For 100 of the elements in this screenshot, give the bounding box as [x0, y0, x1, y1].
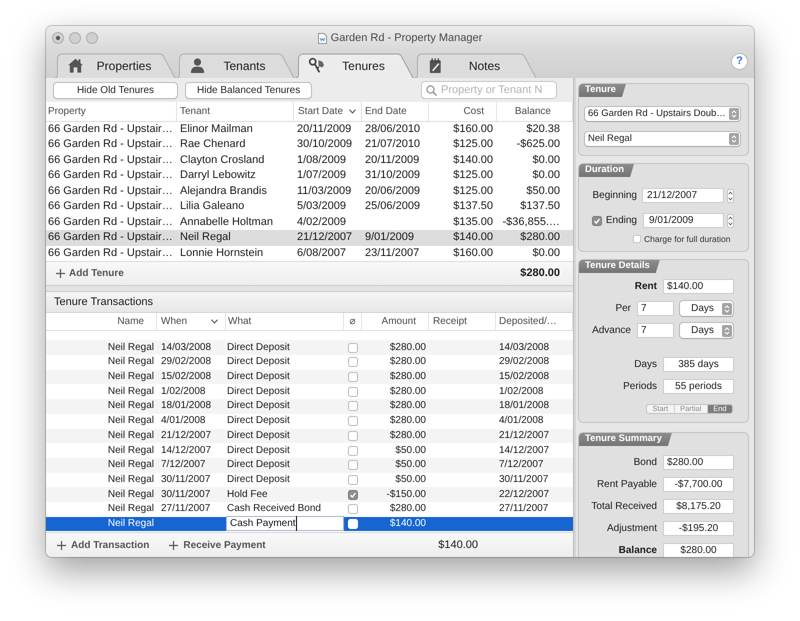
text-field[interactable]: -$7,700.00 [663, 477, 734, 492]
table-cell-text: 66 Garden Rd - Upstair… [47, 184, 174, 199]
checkbox[interactable] [348, 386, 358, 397]
table-row[interactable]: 66 Garden Rd - Upstair… Rae Chenard 30/10/2009 21/07/2010 $125.00 -$625.00 [46, 137, 573, 152]
table-cell-text: 20/11/2009 [364, 152, 420, 168]
popup-button[interactable]: Days [680, 323, 733, 338]
tab[interactable]: Tenants [176, 53, 295, 78]
column-header[interactable]: Amount [362, 313, 429, 330]
table-row[interactable]: Neil Regal 15/02/2008 Direct Deposit $280.00 15/02/2008 [46, 370, 573, 384]
text-field[interactable]: Cash Payment [226, 516, 344, 532]
text-field[interactable]: 21/12/2007 [642, 188, 724, 203]
table-cell-text: $137.50 [519, 199, 561, 214]
checkbox[interactable] [348, 460, 358, 470]
table-row[interactable]: 66 Garden Rd - Upstair… Alejandra Brandis 11/03/2009 20/06/2009 $125.00 $50.00 [46, 184, 573, 199]
column-header[interactable]: ⌀ [344, 313, 362, 330]
checkbox[interactable] [348, 490, 358, 500]
tab[interactable]: Notes [414, 53, 537, 78]
table-row[interactable]: 66 Garden Rd - Upstair… Clayton Crosland 1/08/2009 20/11/2009 $140.00 $0.00 [46, 152, 573, 168]
popup-button[interactable]: Days [680, 301, 733, 316]
column-header[interactable]: Name [46, 313, 157, 330]
checkbox[interactable] [348, 504, 358, 514]
table-cell-text: 14/03/2008 [160, 340, 212, 355]
zoom-button[interactable] [86, 32, 98, 44]
table-row[interactable]: Neil Regal Cash Payment $140.00 [46, 516, 573, 532]
receive-payment-button[interactable]: Receive Payment [169, 538, 266, 552]
table-cell-text: $50.00 [394, 472, 427, 487]
table-cell-text: 66 Garden Rd - Upstair… [47, 168, 174, 184]
checkbox[interactable] [348, 401, 358, 412]
table-row[interactable]: Neil Regal 30/11/2007 Direct Deposit $50.00 30/11/2007 [46, 472, 573, 488]
filter-button[interactable]: Hide Old Tenures [53, 82, 178, 98]
table-row[interactable]: 66 Garden Rd - Upstair… Elinor Mailman 20/11/2009 28/06/2010 $160.00 $20.38 [46, 122, 573, 137]
help-button[interactable]: ? [731, 53, 748, 70]
checkbox[interactable] [348, 342, 358, 353]
table-cell-text: 21/12/2007 [160, 428, 212, 443]
tab[interactable]: Tenures [295, 53, 414, 78]
table-cell-text: 1/02/2008 [160, 384, 206, 399]
close-button[interactable] [52, 32, 64, 44]
table-row[interactable]: Neil Regal 14/03/2008 Direct Deposit $280.00 14/03/2008 [46, 340, 573, 356]
filter-button[interactable]: Hide Balanced Tenures [185, 82, 312, 98]
table-cell-text: Direct Deposit [226, 444, 291, 458]
text-field[interactable]: $280.00 [663, 543, 734, 557]
text-field[interactable]: 385 days [663, 357, 734, 372]
search-field[interactable]: Property or Tenant N [421, 81, 557, 99]
table-cell-text: $0.00 [531, 152, 561, 168]
text-field[interactable]: 7 [637, 301, 674, 316]
checkbox[interactable] [348, 446, 358, 456]
table-row[interactable]: 66 Garden Rd - Upstair… Lonnie Hornstein 6/08/2007 23/11/2007 $160.00 $0.00 [46, 246, 573, 261]
minimize-button[interactable] [69, 32, 81, 44]
table-cell-text: Hold Fee [226, 488, 269, 502]
group-title: Duration [579, 164, 634, 177]
stepper-icon[interactable] [727, 214, 734, 228]
checkbox[interactable] [348, 357, 358, 368]
column-header[interactable]: When [157, 313, 226, 330]
table-cell-text: 21/12/2007 [296, 230, 354, 246]
checkbox[interactable] [592, 216, 602, 226]
table-row[interactable]: 66 Garden Rd - Upstair… Annabelle Holtman 4/02/2009 $135.00 -$36,855.… [46, 214, 573, 230]
checkbox[interactable] [348, 372, 358, 382]
text-field[interactable]: 55 periods [663, 379, 734, 394]
column-header[interactable]: Tenant [177, 102, 294, 120]
checkbox[interactable] [633, 235, 641, 243]
table-cell-text: 29/02/2008 [160, 355, 212, 370]
table-cell-text: $140.00 [452, 230, 494, 246]
checkbox[interactable] [348, 430, 358, 441]
text-field[interactable]: 9/01/2009 [643, 213, 724, 228]
table-row[interactable]: Neil Regal 18/01/2008 Direct Deposit $280.00 18/01/2008 [46, 399, 573, 414]
popup-button[interactable]: 66 Garden Rd - Upstairs Doub… [585, 107, 740, 121]
column-header[interactable]: What [226, 313, 344, 330]
table-row[interactable]: Neil Regal 21/12/2007 Direct Deposit $280.00 21/12/2007 [46, 428, 573, 444]
tab[interactable]: Properties [54, 53, 176, 78]
text-field[interactable]: $280.00 [663, 455, 734, 470]
table-row[interactable]: 66 Garden Rd - Upstair… Lilia Galeano 5/03/2009 25/06/2009 $137.50 $137.50 [46, 199, 573, 214]
checkbox[interactable] [348, 474, 358, 485]
chevron-down-icon[interactable] [211, 319, 218, 324]
column-header[interactable]: Property [46, 102, 177, 120]
add-transaction-button[interactable]: Add Transaction [57, 538, 150, 552]
table-row[interactable]: Neil Regal 30/11/2007 Hold Fee -$150.00 22/12/2007 [46, 487, 573, 502]
text-field[interactable]: $140.00 [663, 279, 734, 294]
table-row[interactable]: Neil Regal 7/12/2007 Direct Deposit $50.00 7/12/2007 [46, 458, 573, 473]
table-cell-text: Direct Deposit [226, 370, 291, 384]
text-field[interactable]: $8,175.20 [663, 499, 734, 514]
stepper-icon[interactable] [727, 188, 734, 202]
field-label: Total Received [590, 500, 657, 514]
chevron-down-icon[interactable] [349, 108, 356, 114]
column-header[interactable]: End Date [362, 102, 429, 120]
column-header[interactable]: Start Date [294, 102, 362, 120]
table-cell-text: $280.00 [388, 370, 427, 384]
add-tenure-button[interactable]: Add Tenure [56, 266, 124, 281]
text-field[interactable]: -$195.20 [663, 521, 734, 536]
table-row[interactable]: 66 Garden Rd - Upstair… Neil Regal 21/12/2007 9/01/2009 $140.00 $280.00 [46, 230, 573, 246]
column-header[interactable]: Receipt [429, 313, 496, 330]
table-cell-text: 23/11/2007 [364, 246, 420, 261]
checkbox[interactable] [348, 416, 358, 426]
text-field[interactable]: 7 [637, 323, 674, 338]
column-header[interactable]: Cost [429, 102, 497, 120]
house-icon [67, 57, 84, 74]
popup-button[interactable]: Neil Regal [585, 132, 740, 146]
field-label: Balance [618, 544, 657, 557]
table-row[interactable]: 66 Garden Rd - Upstair… Darryl Lebowitz 1/07/2009 31/10/2009 $125.00 $0.00 [46, 168, 573, 184]
field-label: Rent Payable [596, 478, 657, 492]
table-cell-text: 7/12/2007 [160, 458, 206, 472]
